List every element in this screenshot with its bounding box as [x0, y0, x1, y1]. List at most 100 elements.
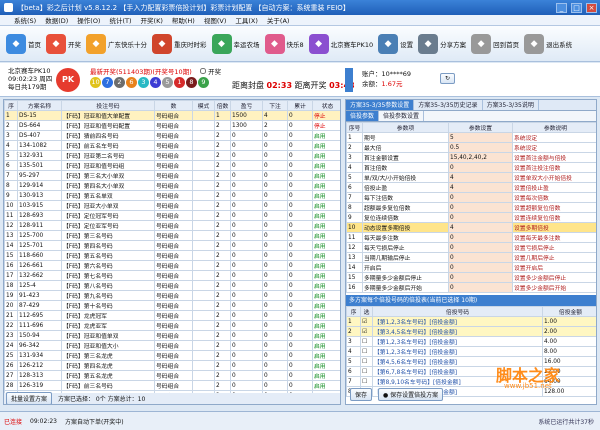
table-cell[interactable]: 号码组合 [154, 250, 193, 261]
multiplier-row[interactable]: 2 ☑ 【第3,4,5名车号码】[倍投金额] 2.00 [346, 326, 596, 337]
multiplier-cell[interactable]: ☐ [360, 356, 373, 367]
table-row[interactable]: 25 131-934 【F码】第三名龙虎 号码组合 2 0 0 0 启用 [4, 350, 340, 361]
tab-2[interactable]: 方案35-3/35说明 [483, 100, 539, 110]
table-cell[interactable]: 号码组合 [154, 210, 193, 221]
table-cell[interactable]: 号码组合 [154, 350, 193, 361]
table-row[interactable]: 20 87-429 【F码】第十名号码 号码组合 2 0 0 0 启用 [4, 300, 340, 311]
table-row[interactable]: 22 111-696 【F码】龙虎亚军 号码组合 2 0 0 0 启用 [4, 320, 340, 331]
close-button[interactable]: × [586, 2, 597, 13]
table-cell[interactable]: 号码组合 [154, 200, 193, 211]
table-row[interactable]: 26 126-212 【F码】第四名龙虎 号码组合 2 0 0 0 启用 [4, 360, 340, 371]
table-cell[interactable]: 号码组合 [154, 340, 193, 351]
param-cell[interactable]: 4 [448, 182, 513, 193]
column-header[interactable]: 下注 [262, 100, 288, 111]
column-header[interactable]: 倍数 [214, 100, 231, 111]
param-cell[interactable]: 0 [448, 232, 513, 243]
toolbar-button[interactable]: ◆ 设置 [378, 33, 413, 54]
table-row[interactable]: 24 96-342 【F码】冠亚和值大小 号码组合 2 0 0 0 启用 [4, 340, 340, 351]
table-row[interactable]: 19 91-423 【F码】第九名号码 号码组合 2 0 0 0 启用 [4, 290, 340, 301]
column-header[interactable]: 状态 [312, 100, 340, 111]
param-row[interactable]: 7 每下注倍数 0 设置每次倍数 [346, 192, 596, 203]
table-row[interactable]: 15 118-660 【F码】第五名号码 号码组合 2 0 0 0 启用 [4, 250, 340, 261]
multiplier-row[interactable]: 1 ☑ 【第1,2,3名车号码】[倍投金额] 1.00 [346, 316, 596, 327]
param-row[interactable]: 13 当期几期输后停止 0 设置几期后停止 [346, 252, 596, 263]
table-cell[interactable]: 号码组合 [154, 240, 193, 251]
param-cell[interactable]: 0 [448, 162, 513, 173]
table-cell[interactable]: 号码组合 [154, 270, 193, 281]
table-row[interactable]: 16 126-661 【F码】第六名号码 号码组合 2 0 0 0 启用 [4, 260, 340, 271]
param-cell[interactable]: 0.5 [448, 142, 513, 153]
toolbar-button[interactable]: ◆ 北京赛车PK10 [308, 33, 373, 54]
toolbar-button[interactable]: ◆ 快乐8 [264, 33, 304, 54]
table-cell[interactable]: 号码组合 [154, 300, 193, 311]
multiplier-cell[interactable]: ☐ [360, 336, 373, 347]
column-header[interactable]: 模式 [192, 100, 215, 111]
collapse-arrow-icon[interactable] [345, 68, 353, 92]
table-row[interactable]: 3 DS-407 【F码】猜前四名号码 号码组合 2 0 0 0 启用 [4, 130, 340, 141]
menu-item[interactable]: 系统(S) [14, 15, 36, 25]
table-cell[interactable]: 号码组合 [154, 380, 193, 391]
table-cell[interactable]: 号码组合 [154, 290, 193, 301]
toolbar-button[interactable]: ◆ 首页 [6, 33, 41, 54]
param-cell[interactable]: 0 [448, 272, 513, 283]
param-row[interactable]: 1 期号 5 系统设定 [346, 132, 596, 143]
param-cell[interactable]: 4 [448, 222, 513, 233]
column-header[interactable]: 累计 [287, 100, 313, 111]
table-row[interactable]: 10 103-915 【F码】冠亚大小单双 号码组合 2 0 0 0 启用 [4, 200, 340, 211]
table-row[interactable]: 11 128-693 【F码】定位冠军号码 号码组合 2 0 0 0 启用 [4, 210, 340, 221]
table-row[interactable]: 21 112-695 【F码】龙虎冠军 号码组合 2 0 0 0 启用 [4, 310, 340, 321]
menu-item[interactable]: 操作(O) [77, 15, 100, 25]
tab-0[interactable]: 方案35-3/35参数设置 [346, 100, 415, 110]
menu-item[interactable]: 帮助(H) [172, 15, 195, 25]
maximize-button[interactable]: □ [571, 2, 582, 13]
batch-settings-button[interactable]: 批量设置方案 [6, 392, 53, 404]
table-cell[interactable]: 号码组合 [154, 160, 193, 171]
table-cell[interactable]: 号码组合 [154, 320, 193, 331]
param-row[interactable]: 4 首注倍数 0 设置首注投注倍数 [346, 162, 596, 173]
table-cell[interactable]: 号码组合 [154, 360, 193, 371]
table-row[interactable]: 2 DS-664 【F码】冠亚和值号码配置 号码组合 2 1300 2 0 停止 [4, 120, 340, 131]
refresh-button[interactable]: ↻ [440, 73, 456, 84]
multiplier-cell[interactable]: ☑ [360, 316, 373, 327]
menu-item[interactable]: 视图(V) [204, 15, 227, 25]
param-row[interactable]: 8 超额最多复位倍数 0 设置超额复位倍数 [346, 202, 596, 213]
column-header[interactable]: 方案名称 [17, 100, 62, 111]
table-row[interactable]: 6 135-501 【F码】冠亚和值号码组 号码组合 2 0 0 0 启用 [4, 160, 340, 171]
table-row[interactable]: 28 126-319 【F码】前三名号码 号码组合 2 0 0 0 启用 [4, 380, 340, 391]
param-cell[interactable]: 0 [448, 252, 513, 263]
table-cell[interactable]: 号码组合 [154, 230, 193, 241]
table-cell[interactable]: 号码组合 [154, 330, 193, 341]
table-cell[interactable]: 号码组合 [154, 140, 193, 151]
tab-1[interactable]: 方案35-3/35历史记录 [414, 100, 483, 110]
table-cell[interactable]: 号码组合 [154, 220, 193, 231]
menu-item[interactable]: 关于(A) [267, 15, 290, 25]
param-row[interactable]: 9 复位连续倍数 0 设置连续复位倍数 [346, 212, 596, 223]
param-row[interactable]: 12 每天亏损后停止 0 设置亏损后停止 [346, 242, 596, 253]
param-row[interactable]: 6 倍投止盈 4 设置倍投止盈 [346, 182, 596, 193]
table-row[interactable]: 4 134-1082 【F码】前五名车号码 号码组合 2 0 0 0 启用 [4, 140, 340, 151]
param-row[interactable]: 11 每天最多注数 0 设置每天最多注数 [346, 232, 596, 243]
table-cell[interactable]: 号码组合 [154, 130, 193, 141]
minimize-button[interactable]: _ [556, 2, 567, 13]
menu-item[interactable]: 数据(D) [45, 15, 68, 25]
table-cell[interactable]: 号码组合 [154, 280, 193, 291]
column-header[interactable]: 盈亏 [230, 100, 263, 111]
param-cell[interactable]: 0 [448, 282, 513, 293]
table-row[interactable]: 13 125-700 【F码】第三名号码 号码组合 2 0 0 0 启用 [4, 230, 340, 241]
multiplier-cell[interactable]: ☐ [360, 376, 373, 387]
toolbar-button[interactable]: ◆ 开奖 [46, 33, 81, 54]
table-cell[interactable]: 号码组合 [154, 170, 193, 181]
table-row[interactable]: 14 125-701 【F码】第四名号码 号码组合 2 0 0 0 启用 [4, 240, 340, 251]
param-row[interactable]: 14 开启后 0 设置开启后 [346, 262, 596, 273]
table-cell[interactable]: 号码组合 [154, 370, 193, 381]
subtab-0[interactable]: 倍投参数 [346, 111, 380, 121]
param-cell[interactable]: 0 [448, 192, 513, 203]
multiplier-row[interactable]: 3 ☐ 【第1,2,3名车号码】[倍投金额] 4.00 [346, 336, 596, 347]
subtab-1[interactable]: 倍投参数设置 [379, 111, 425, 121]
param-cell[interactable]: 0 [448, 262, 513, 273]
toolbar-button[interactable]: ◆ 广东快乐十分 [86, 33, 147, 54]
toolbar-button[interactable]: ◆ 分享方案 [418, 33, 466, 54]
menu-item[interactable]: 工具(X) [235, 15, 258, 25]
save-scheme-button[interactable]: ● 保存设置倍投方案 [378, 388, 444, 401]
param-row[interactable]: 2 最大倍 0.5 系统设定 [346, 142, 596, 153]
